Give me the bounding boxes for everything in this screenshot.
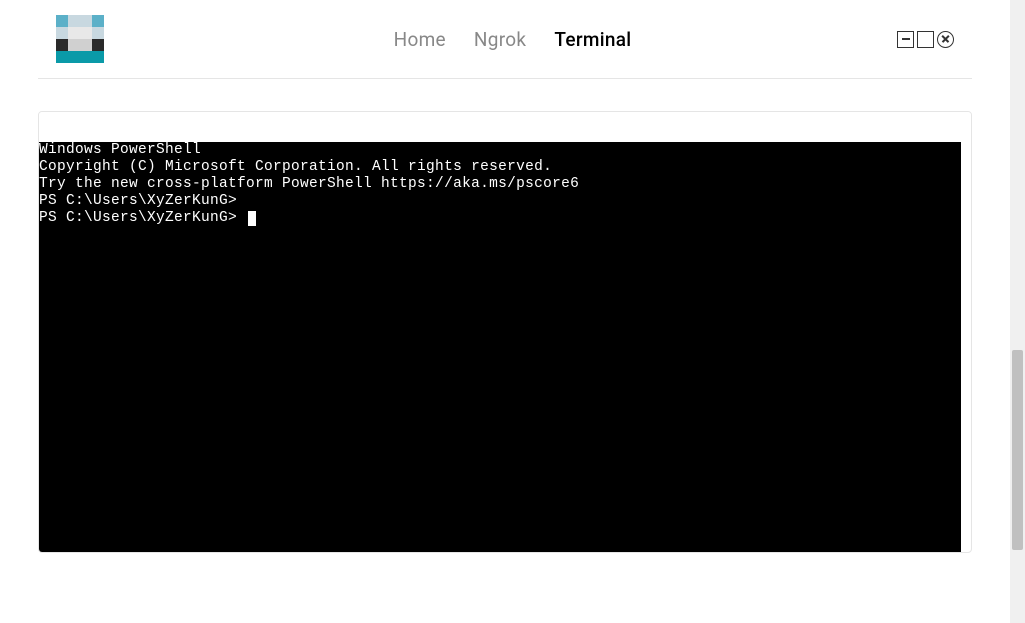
page-scrollbar-thumb[interactable] — [1012, 350, 1023, 550]
close-icon[interactable] — [937, 31, 954, 48]
terminal-line: Copyright (C) Microsoft Corporation. All… — [39, 159, 961, 176]
terminal-titlebar — [39, 112, 971, 142]
nav-terminal[interactable]: Terminal — [554, 28, 631, 51]
nav: Home Ngrok Terminal — [394, 28, 632, 51]
header: Home Ngrok Terminal — [38, 0, 972, 79]
page-scrollbar-track[interactable] — [1010, 0, 1025, 623]
terminal-card: Windows PowerShellCopyright (C) Microsof… — [38, 111, 972, 553]
terminal-body[interactable]: Windows PowerShellCopyright (C) Microsof… — [39, 142, 961, 552]
terminal-cursor — [248, 211, 256, 226]
minimize-icon[interactable] — [897, 31, 914, 48]
terminal-line: PS C:\Users\XyZerKunG> — [39, 210, 961, 227]
logo-avatar[interactable] — [56, 15, 104, 63]
terminal-line: PS C:\Users\XyZerKunG> — [39, 193, 961, 210]
nav-home[interactable]: Home — [394, 28, 446, 51]
terminal-line: Windows PowerShell — [39, 142, 961, 159]
nav-ngrok[interactable]: Ngrok — [474, 28, 526, 51]
maximize-icon[interactable] — [917, 31, 934, 48]
window-controls — [897, 31, 954, 48]
terminal-line: Try the new cross-platform PowerShell ht… — [39, 176, 961, 193]
